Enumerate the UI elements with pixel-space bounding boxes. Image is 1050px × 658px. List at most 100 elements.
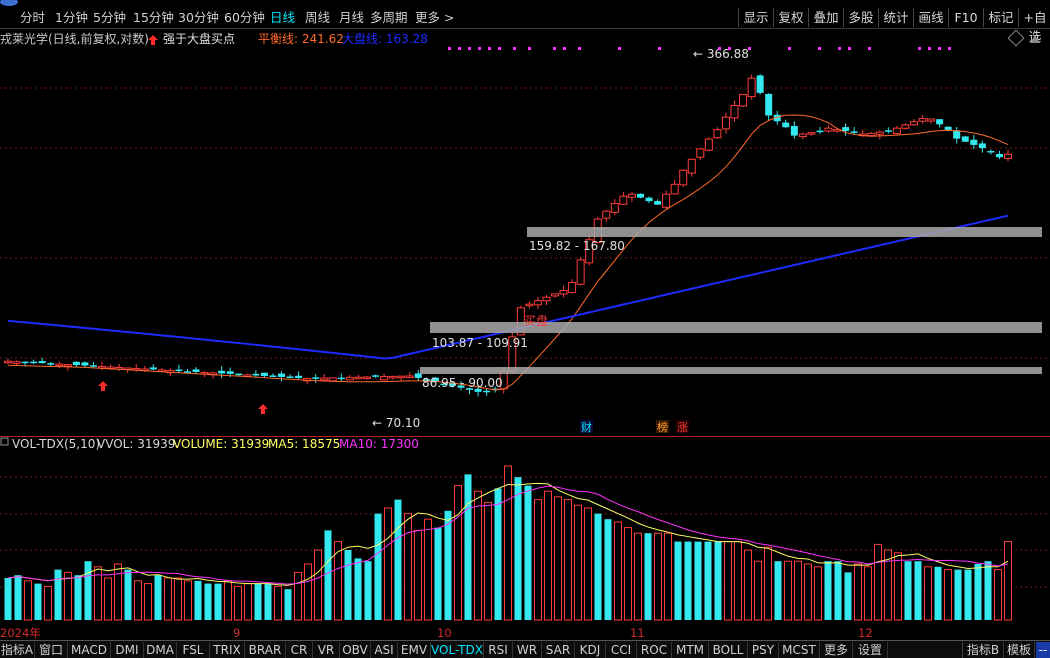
volume-bar-up (184, 580, 192, 621)
candle-up (901, 124, 910, 129)
timeframe-2[interactable]: 5分钟 (93, 9, 126, 27)
timeframe-3[interactable]: 15分钟 (133, 9, 174, 27)
toolbar-button-2[interactable]: 叠加 (808, 8, 843, 27)
timeframe-10[interactable]: 更多 > (415, 9, 454, 27)
tab-11[interactable]: ASI (371, 642, 398, 658)
candle-up (63, 364, 72, 367)
candle-up (354, 376, 363, 380)
date-label: 9 (233, 626, 241, 640)
tab-23[interactable]: MCST (779, 642, 820, 658)
tab-4[interactable]: DMA (144, 642, 177, 658)
candle-down (414, 373, 422, 378)
volume-bar-up (654, 532, 662, 621)
toolbar-button-5[interactable]: 画线 (913, 8, 948, 27)
zone1-label: 159.82 - 167.80 (529, 239, 625, 253)
volume-bar-down (464, 474, 472, 620)
tab-19[interactable]: ROC (637, 642, 672, 658)
tab-0[interactable]: 指标A (0, 642, 35, 658)
tab-22[interactable]: PSY (748, 642, 779, 658)
candle-down (372, 375, 380, 377)
tab-25[interactable]: 设置 (853, 642, 888, 658)
indicator-b-button[interactable]: 指标B (962, 642, 1004, 658)
tab-1[interactable]: 窗口 (35, 642, 68, 658)
toolbar-button-7[interactable]: 标记 (983, 8, 1018, 27)
volume-bar-up (504, 465, 512, 621)
volume-bar-down (284, 589, 292, 620)
volume-bar-up (404, 513, 412, 621)
toolbar-button-0[interactable]: 显示 (738, 8, 773, 27)
candlestick-chart[interactable]: 159.82 - 167.80 103.87 - 109.91 86.95 - 90… (0, 28, 1050, 436)
volume-bar-up (784, 560, 792, 621)
candle-down (312, 377, 320, 379)
signal-dot (658, 47, 661, 50)
timeframe-9[interactable]: 多周期 (370, 9, 408, 27)
tab-24[interactable]: 更多 (820, 642, 853, 658)
event-zhang: 涨 (677, 421, 688, 434)
volume-bar-up (804, 563, 812, 621)
volume-bar-up (314, 549, 322, 621)
toolbar-button-4[interactable]: 统计 (878, 8, 913, 27)
volume-bar-down (374, 513, 382, 620)
tab-12[interactable]: EMV (398, 642, 431, 658)
tab-16[interactable]: SAR (542, 642, 575, 658)
volume-bar-down (674, 541, 682, 620)
toolbar-button-8[interactable]: +自选 (1018, 8, 1050, 44)
volume-bar-down (444, 510, 452, 620)
tab-21[interactable]: BOLL (709, 642, 748, 658)
tab-8[interactable]: CR (286, 642, 313, 658)
volume-bar-up (534, 499, 542, 621)
toolbar-button-6[interactable]: F10 (948, 8, 983, 27)
signal-dot (928, 47, 931, 50)
signal-dot (478, 47, 481, 50)
tab-5[interactable]: FSL (177, 642, 210, 658)
timeframe-4[interactable]: 30分钟 (178, 9, 219, 27)
candle-up (576, 259, 585, 285)
tab-6[interactable]: TRIX (210, 642, 245, 658)
volume-chart[interactable] (0, 452, 1050, 624)
volume-bar-down (684, 541, 692, 620)
volume-bar-up (854, 563, 862, 621)
volume-bar-down (914, 561, 922, 620)
volume-bar-down (714, 541, 722, 620)
app-logo-icon (0, 0, 18, 6)
tab-9[interactable]: VR (313, 642, 340, 658)
candle-down (654, 201, 662, 205)
volume-bar-up (64, 571, 72, 621)
volume-bar-down (514, 477, 522, 620)
candle-down (765, 93, 773, 116)
candle-down (850, 131, 858, 133)
tab-3[interactable]: DMI (111, 642, 144, 658)
candle-down (970, 139, 978, 145)
tab-13[interactable]: VOL-TDX (431, 642, 484, 658)
candle-down (961, 136, 969, 142)
tab-17[interactable]: KDJ (575, 642, 606, 658)
timeframe-7[interactable]: 周线 (305, 9, 330, 27)
tab-15[interactable]: WR (513, 642, 542, 658)
candle-up (918, 118, 927, 122)
tab-20[interactable]: MTM (672, 642, 709, 658)
toolbar-button-1[interactable]: 复权 (773, 8, 808, 27)
timeframe-6[interactable]: 日线 (270, 9, 295, 27)
candle-down (944, 126, 952, 130)
template-button[interactable]: 模板 (1004, 642, 1035, 658)
volume-bar-down (394, 499, 402, 620)
tab-14[interactable]: RSI (484, 642, 513, 658)
tab-10[interactable]: OBV (340, 642, 371, 658)
volume-bar-up (874, 543, 882, 621)
timeframe-1[interactable]: 1分钟 (55, 9, 88, 27)
volume-bar-down (844, 572, 852, 620)
tab-2[interactable]: MACD (68, 642, 111, 658)
toolbar-button-3[interactable]: 多股 (843, 8, 878, 27)
tab-18[interactable]: CCI (606, 642, 637, 658)
volume-bar-up (414, 529, 422, 621)
event-bang: 榜 (657, 420, 668, 434)
candle-up (602, 210, 611, 219)
candle-up (610, 203, 619, 213)
collapse-button[interactable]: -- (1036, 642, 1050, 658)
timeframe-0[interactable]: 分时 (20, 9, 45, 27)
date-label: 12 (858, 626, 873, 640)
tab-7[interactable]: BRAR (245, 642, 286, 658)
timeframe-8[interactable]: 月线 (339, 9, 364, 27)
timeframe-5[interactable]: 60分钟 (224, 9, 265, 27)
candle-down (816, 130, 824, 133)
